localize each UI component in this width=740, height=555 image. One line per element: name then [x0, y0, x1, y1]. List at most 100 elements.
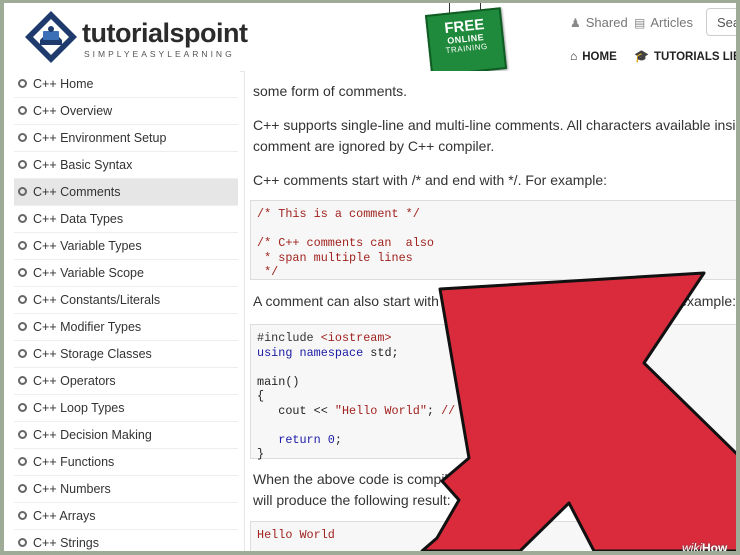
shared-label: Shared [585, 15, 628, 30]
sidebar-nav: C++ Home C++ Overview C++ Environment Se… [4, 71, 240, 551]
sidebar-item-decision-making[interactable]: C++ Decision Making [14, 422, 238, 449]
sidebar-item-label: C++ Modifier Types [33, 320, 142, 334]
sidebar-item-label: C++ Constants/Literals [33, 293, 161, 307]
sidebar-item-overview[interactable]: C++ Overview [14, 98, 238, 125]
bullet-icon [18, 511, 27, 521]
bullet-icon [18, 187, 27, 197]
bullet-icon [18, 268, 27, 278]
bullet-icon [18, 376, 27, 386]
logo-wordmark: tutorialspoint [82, 18, 248, 48]
sidebar-item-label: C++ Home [33, 77, 94, 91]
bullet-icon [18, 214, 27, 224]
code-block-hello-world: #include <iostream> using namespace std;… [250, 324, 736, 461]
sidebar-item-label: C++ Overview [33, 104, 113, 118]
sidebar-item-label: C++ Environment Setup [33, 131, 167, 145]
code-token: #include [257, 331, 321, 345]
paragraph-text-b: the end of the line. For example: [535, 293, 736, 309]
sidebar-item-functions[interactable]: C++ Functions [14, 449, 238, 476]
home-icon: ⌂ [570, 49, 578, 63]
paragraph-comment-support-2: comment are ignored by C++ compiler. [253, 138, 495, 154]
sidebar-item-label: C++ Data Types [33, 212, 124, 226]
sidebar-item-basic-syntax[interactable]: C++ Basic Syntax [14, 152, 238, 179]
code-token: ; [426, 403, 442, 418]
bullet-icon [18, 457, 27, 467]
sidebar-item-label: C++ Numbers [33, 482, 111, 496]
sidebar-item-label: C++ Functions [33, 455, 115, 469]
paragraph-text-b: lo Wo [651, 471, 690, 487]
sidebar-item-constants-literals[interactable]: C++ Constants/Literals [14, 287, 238, 314]
paragraph-text-a: When the above code is compiled, it will… [253, 471, 556, 487]
bullet-icon [18, 430, 27, 440]
sidebar-item-label: C++ Storage Classes [33, 347, 152, 361]
sidebar-item-label: C++ Operators [33, 374, 116, 388]
sidebar-item-strings[interactable]: C++ Strings [14, 530, 238, 551]
logo-emblem-icon [25, 11, 77, 63]
code-line: /* This is a comment */ [257, 207, 420, 221]
sidebar-item-loop-types[interactable]: C++ Loop Types [14, 395, 238, 422]
code-token: "Hello World" [334, 403, 427, 418]
sidebar-item-numbers[interactable]: C++ Numbers [14, 476, 238, 503]
code-line: */ [257, 265, 279, 279]
code-token: main() [257, 374, 300, 389]
screenshot-frame: tutorialspoint SIMPLYEASYLEARNING FREE O… [4, 3, 736, 551]
sidebar-item-arrays[interactable]: C++ Arrays [14, 503, 238, 530]
sidebar-item-modifier-types[interactable]: C++ Modifier Types [14, 314, 238, 341]
code-block-multiline-comment: /* This is a comment */ /* C++ comments … [250, 200, 736, 280]
code-token: return [257, 432, 321, 447]
bullet-icon [18, 79, 27, 89]
sidebar-item-label: C++ Variable Types [33, 239, 142, 253]
bullet-icon [18, 160, 27, 170]
nav-tutorials-label: TUTORIALS LIBI [653, 51, 736, 63]
bullet-icon [18, 403, 27, 413]
sidebar-item-variable-types[interactable]: C++ Variable Types [14, 233, 238, 260]
paragraph-comment-support-1: C++ supports single-line and multi-line … [253, 117, 736, 133]
shared-link[interactable]: ♟ Shared [570, 15, 628, 30]
code-token: // prints Hel [441, 403, 534, 418]
sidebar-item-home[interactable]: C++ Home [14, 71, 238, 98]
nav-tutorials-link[interactable]: 🎓 TUTORIALS LIBI [634, 49, 736, 63]
code-token: ; [334, 432, 342, 447]
sidebar-item-label: C++ Variable Scope [33, 266, 144, 280]
sidebar-item-label: C++ Comments [33, 185, 121, 199]
paragraph-single-line-intro: A comment can also start with //, ex the … [253, 291, 736, 312]
code-token: cout << [257, 403, 335, 418]
bullet-icon [18, 241, 27, 251]
search-input[interactable]: Sea [706, 8, 736, 36]
paragraph-multiline-intro: C++ comments start with /* and end with … [253, 172, 608, 188]
wikihow-watermark: wikiHow [682, 541, 727, 551]
paragraph-compiled-note-1: When the above code is compiled, it will… [253, 469, 736, 490]
search-placeholder: Sea [717, 15, 736, 30]
graduation-cap-icon: 🎓 [634, 49, 649, 63]
paragraph-intro-tail: some form of comments. [253, 83, 408, 99]
nav-home-label: HOME [582, 51, 617, 63]
sidebar-item-environment-setup[interactable]: C++ Environment Setup [14, 125, 238, 152]
free-training-badge[interactable]: FREE ONLINE TRAINING [424, 7, 508, 77]
code-token: std; [363, 345, 399, 360]
sidebar-item-variable-scope[interactable]: C++ Variable Scope [14, 260, 238, 287]
code-token: <iostream> [320, 331, 392, 345]
bullet-icon [18, 322, 27, 332]
sidebar-item-label: C++ Arrays [33, 509, 96, 523]
site-header: tutorialspoint SIMPLYEASYLEARNING FREE O… [4, 3, 736, 77]
site-logo[interactable]: tutorialspoint SIMPLYEASYLEARNING [22, 9, 252, 65]
paragraph-text-a: A comment can also start with //, ex [253, 293, 474, 309]
watermark-wiki: wiki [682, 541, 702, 551]
bullet-icon [18, 295, 27, 305]
code-line: * span multiple lines [257, 250, 413, 265]
sidebar-item-comments[interactable]: C++ Comments [14, 179, 238, 206]
logo-tagline: SIMPLYEASYLEARNING [84, 49, 235, 59]
sidebar-item-data-types[interactable]: C++ Data Types [14, 206, 238, 233]
articles-link[interactable]: ▤ Articles [634, 15, 693, 30]
bullet-icon [18, 106, 27, 116]
nav-home-link[interactable]: ⌂ HOME [570, 49, 617, 63]
bullet-icon [18, 349, 27, 359]
sidebar-item-operators[interactable]: C++ Operators [14, 368, 238, 395]
bullet-icon [18, 484, 27, 494]
paragraph-compiled-note-2: will produce the following result: [253, 492, 451, 508]
watermark-how: How [702, 541, 728, 551]
articles-label: Articles [650, 15, 693, 30]
sidebar-item-storage-classes[interactable]: C++ Storage Classes [14, 341, 238, 368]
code-token: 0 [320, 432, 335, 447]
code-line: Hello World [257, 528, 335, 542]
code-token: } [257, 447, 265, 461]
